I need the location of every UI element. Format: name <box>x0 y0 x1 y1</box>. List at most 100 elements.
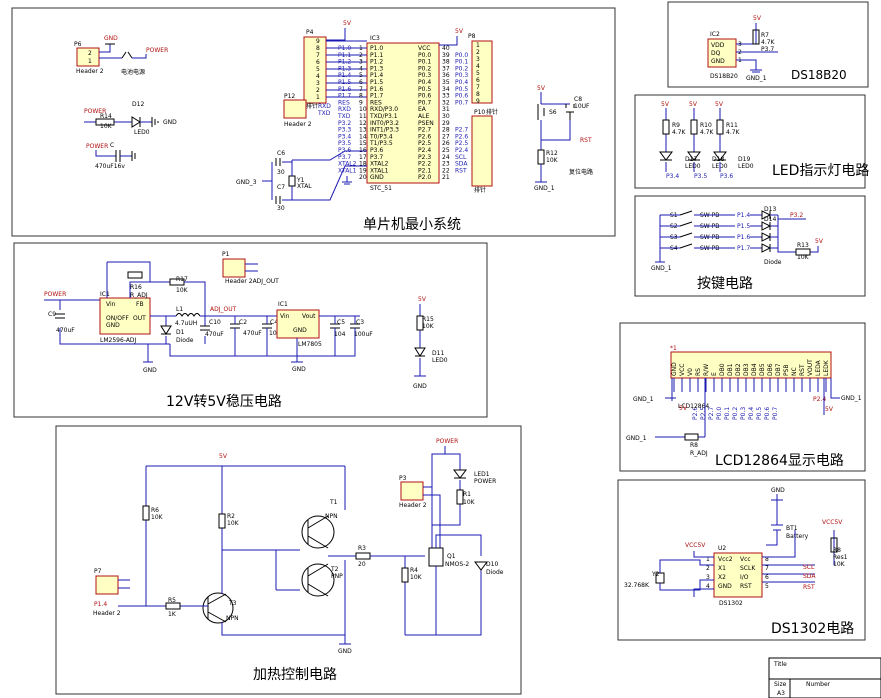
lcd-pin-name: NC <box>791 367 798 376</box>
r7-val: 4.7K <box>761 39 776 46</box>
heat-power: POWER <box>436 438 458 445</box>
reg-gnd-2: GND <box>292 366 306 373</box>
ds18-net: P3.7 <box>761 46 774 53</box>
ds18-5v: 5V <box>753 15 762 22</box>
r3-val: 20 <box>358 561 366 568</box>
c2-ref: C2 <box>239 319 247 326</box>
led-5v-3: 5V <box>715 101 724 108</box>
lcd-block: *1 GND VCC V0 RS R/W E DB0 DB1 DB2 DB3 DB4 DB5 DB6 DB… <box>626 345 862 457</box>
lcd-pin-name: DB2 <box>735 363 742 376</box>
p7-header <box>95 575 119 595</box>
c10-ref: C10 <box>209 319 221 326</box>
mcu-block: 5V P4 987654321 P12 Header 2 RXD TXD 排针 … <box>236 20 593 212</box>
lm7805-gnd: GND <box>293 327 307 334</box>
r14-val: 10K <box>100 123 113 130</box>
c8-ref: C8 <box>574 96 582 103</box>
lm2596-onoff: ON/OFF <box>106 315 129 322</box>
ds1302-part: DS1302 <box>719 600 743 607</box>
r16-val: R_ADJ <box>130 292 148 299</box>
c7-ref: C7 <box>277 184 285 191</box>
lcd-net: P0.0 <box>716 407 723 420</box>
lcd-pin-name: DB6 <box>767 363 774 376</box>
ds1302-block: GND BT1 Battery VCC5V U2 Vcc21X12X23GND4… <box>624 487 848 607</box>
r8b-val: Res1 <box>833 554 848 561</box>
lcd-pin-name: DB7 <box>775 363 782 376</box>
rtc-net-sda: SDA <box>803 573 816 580</box>
d1-ref: D1 <box>176 329 185 336</box>
p4-pin-num: 5 <box>316 66 320 73</box>
p6-pin2: 2 <box>88 50 92 57</box>
lcd-pin-name: VOUT <box>807 359 814 376</box>
lcd-pin-name: RST <box>799 364 806 376</box>
p8-pin-num: 5 <box>476 70 480 77</box>
mcu-net-left: XTAL1 <box>338 167 357 174</box>
l1-val: 4.7uUH <box>175 320 197 327</box>
lcd-net: P0.7 <box>772 407 779 420</box>
key-net: P1.4 <box>737 212 750 219</box>
p8-pin-num: 7 <box>476 84 480 91</box>
p12-ref: P12 <box>284 93 295 100</box>
mcu-pin-name-right: P2.0 <box>418 174 431 181</box>
lcd-net: P0.5 <box>756 407 763 420</box>
rtc-pin-right: Vcc <box>740 556 751 563</box>
key-net: P1.6 <box>737 234 750 241</box>
battery-switch-label: 电池电源 <box>121 68 145 76</box>
ic1-ref: IC1 <box>100 291 110 298</box>
c7-val: 30 <box>277 205 285 212</box>
p4-pin-num: 9 <box>316 38 320 45</box>
rtc-pin-left: X1 <box>718 565 726 572</box>
c6-val: 30 <box>277 169 285 176</box>
key-title: 按键电路 <box>697 276 753 292</box>
c6-ref: C6 <box>277 150 285 157</box>
lcd-section-frame <box>619 322 866 472</box>
p3-ref: P3 <box>399 475 407 482</box>
key-diode-symbol <box>761 232 772 242</box>
p6-hdr: Header 2 <box>76 68 104 75</box>
key-diode-symbol <box>761 243 772 253</box>
u2-ref: U2 <box>718 545 726 552</box>
lm2596-vin: Vin <box>106 301 116 308</box>
lcd-pin-name: RS <box>695 368 702 376</box>
lcd-net: P0.3 <box>740 407 747 420</box>
led-resistor <box>716 119 724 135</box>
r7-ref: R7 <box>761 32 769 39</box>
lcd-pin-name: VCC <box>679 364 686 376</box>
lcd-radj: R_ADJ <box>690 450 708 457</box>
p7-net: P1.4 <box>94 601 107 608</box>
heat-gnd: GND <box>338 648 352 655</box>
mcu-5v-b: 5V <box>455 28 464 35</box>
tb-number: Number <box>806 681 831 688</box>
reg-gnd-1: GND <box>143 367 157 374</box>
rtc-pin-left: X2 <box>718 574 726 581</box>
rtc-pin-right: I/O <box>740 574 749 581</box>
p8-pin-num: 2 <box>476 49 480 56</box>
t1-val: NPN <box>325 513 338 520</box>
lcd-net: P0.2 <box>732 407 739 420</box>
lcd-gnd-left: GND_1 <box>633 396 654 403</box>
l1-ref: L1 <box>176 306 183 313</box>
t3-val: NPN <box>226 615 239 622</box>
key-gnd: GND_1 <box>651 265 672 272</box>
p12-net-rxd: RXD <box>318 103 331 110</box>
c3-val: 100uF <box>354 331 373 338</box>
led1-val: POWER <box>474 478 496 485</box>
p12-header <box>283 99 307 119</box>
r6-val: 10K <box>151 514 164 521</box>
rtc-pin-right: RST <box>740 583 752 590</box>
r16-ref: R16 <box>130 284 142 291</box>
r11-val: 4.7K <box>726 129 741 136</box>
reg-5v: 5V <box>418 296 427 303</box>
led1-ref: LED1 <box>474 471 490 478</box>
tb-size: Size <box>774 681 787 688</box>
p10-ref: P10 <box>474 109 485 116</box>
c9-ref: C9 <box>48 311 56 318</box>
c-bulk-ref: C <box>110 142 114 149</box>
r4-val: 10K <box>410 574 423 581</box>
r8b-k: 10K <box>833 561 846 568</box>
lcd-title: LCD12864显示电路 <box>715 453 844 469</box>
rtc-pin-left: GND <box>718 583 732 590</box>
key-switch-symbol <box>679 221 693 227</box>
r6-ref: R6 <box>151 507 159 514</box>
rtc-pnum-right: 5 <box>765 583 769 590</box>
lcd-5v-right: 5V <box>825 406 834 413</box>
